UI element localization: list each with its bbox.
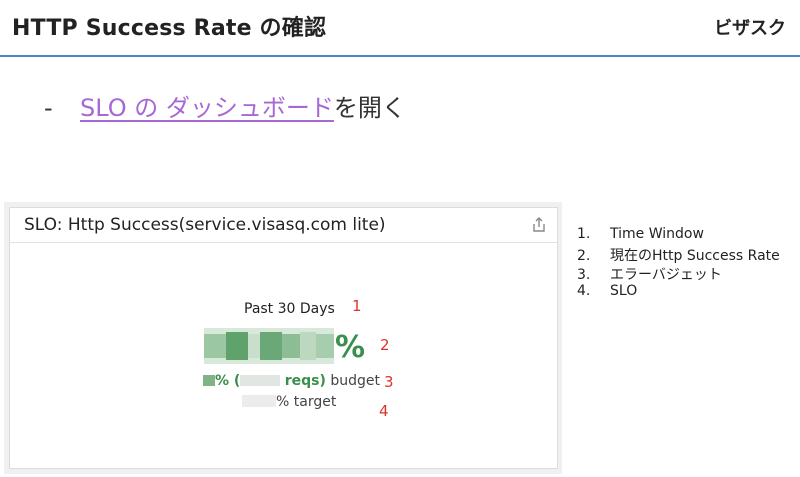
share-icon[interactable] bbox=[531, 217, 547, 233]
budget-pct-suffix: % ( bbox=[215, 373, 241, 389]
legend-num: 1. bbox=[577, 226, 591, 242]
budget-reqs-label: reqs) bbox=[284, 373, 326, 389]
header-divider bbox=[0, 55, 800, 57]
legend-label: 現在のHttp Success Rate bbox=[610, 248, 780, 264]
legend-item: 4. SLO bbox=[577, 283, 780, 302]
widget-title: SLO: Http Success(service.visasq.com lit… bbox=[24, 215, 386, 235]
brand-logo: ビザスク bbox=[714, 18, 786, 39]
marker-1: 1 bbox=[352, 297, 362, 315]
budget-word: budget bbox=[330, 373, 381, 389]
error-budget-line: % ( reqs) budget bbox=[203, 373, 380, 389]
obscured-budget-reqs bbox=[240, 375, 281, 386]
slo-widget-screenshot: SLO: Http Success(service.visasq.com lit… bbox=[4, 202, 562, 474]
obscured-success-rate bbox=[204, 328, 334, 364]
legend-label: エラーバジェット bbox=[610, 267, 722, 283]
legend-num: 4. bbox=[577, 283, 591, 299]
legend-item: 1. Time Window bbox=[577, 226, 780, 245]
time-window-label: Past 30 Days bbox=[244, 301, 335, 317]
legend-item: 2. 現在のHttp Success Rate bbox=[577, 245, 780, 264]
legend-num: 3. bbox=[577, 267, 591, 283]
legend-label: SLO bbox=[610, 283, 638, 299]
legend-item: 3. エラーバジェット bbox=[577, 264, 780, 283]
slide-title: HTTP Success Rate の確認 bbox=[12, 16, 327, 41]
slo-dashboard-link[interactable]: SLO の ダッシュボード bbox=[80, 94, 334, 122]
bullet-dash: - bbox=[44, 94, 53, 122]
legend-label: Time Window bbox=[610, 226, 704, 242]
obscured-budget-value bbox=[203, 375, 215, 386]
bullet-item: - SLO の ダッシュボードを開く bbox=[44, 88, 406, 123]
legend-num: 2. bbox=[577, 248, 591, 264]
widget-divider bbox=[10, 242, 557, 243]
legend-list: 1. Time Window 2. 現在のHttp Success Rate 3. エ… bbox=[577, 226, 780, 302]
marker-4: 4 bbox=[379, 402, 389, 420]
marker-3: 3 bbox=[384, 373, 394, 391]
slide-header: HTTP Success Rate の確認 ビザスク bbox=[0, 0, 800, 57]
slo-widget: SLO: Http Success(service.visasq.com lit… bbox=[9, 207, 558, 469]
marker-2: 2 bbox=[380, 336, 390, 354]
slo-target-line: % target bbox=[242, 394, 336, 410]
obscured-target-value bbox=[242, 395, 276, 407]
target-label: % target bbox=[276, 394, 337, 410]
bullet-suffix: を開く bbox=[333, 94, 406, 122]
success-rate-percent: % bbox=[335, 330, 366, 365]
